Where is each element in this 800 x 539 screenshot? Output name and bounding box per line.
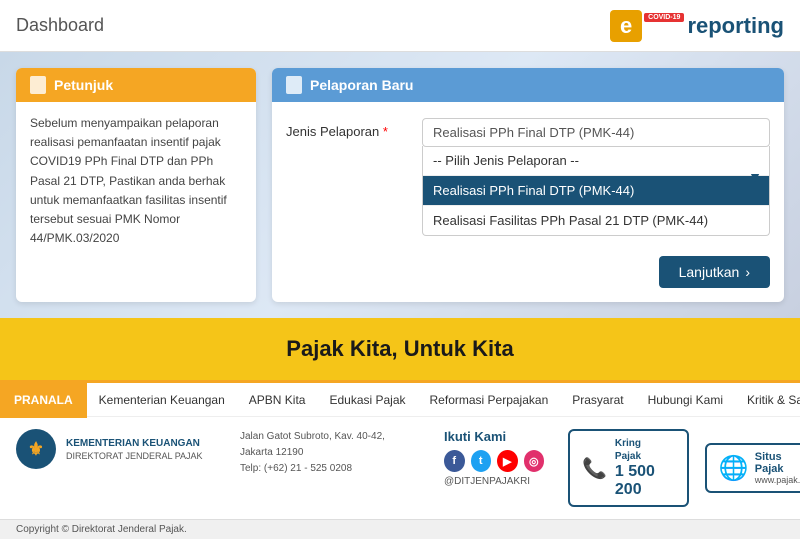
logo-e-icon: e xyxy=(610,10,642,42)
dropdown-option-pph-final[interactable]: Realisasi PPh Final DTP (PMK-44) xyxy=(423,176,769,206)
kring-info: KringPajak 1 500 200 xyxy=(615,437,675,499)
nav-item-edupajak[interactable]: Edukasi Pajak xyxy=(317,382,417,418)
footer: ⚜ KEMENTERIAN KEUANGAN DIREKTORAT JENDER… xyxy=(0,416,800,519)
kring-number: 1 500 200 xyxy=(615,463,675,499)
covid-badge: COVID-19 xyxy=(644,13,684,22)
nav-item-apbn[interactable]: APBN Kita xyxy=(237,382,318,418)
pelaporan-doc-icon xyxy=(286,76,302,94)
footer-logo-area: ⚜ KEMENTERIAN KEUANGAN DIREKTORAT JENDER… xyxy=(16,429,216,469)
nav-item-kemenku[interactable]: Kementerian Keuangan xyxy=(87,382,237,418)
ministry-sub: DIREKTORAT JENDERAL PAJAK xyxy=(66,451,203,461)
ministry-info: KEMENTERIAN KEUANGAN DIREKTORAT JENDERAL… xyxy=(66,437,203,461)
document-icon xyxy=(30,76,46,94)
situs-label: SitusPajak xyxy=(755,451,800,475)
logo-area: e COVID-19 reporting xyxy=(610,10,784,42)
kring-pajak-box: 📞 KringPajak 1 500 200 xyxy=(568,429,689,507)
facebook-icon[interactable]: f xyxy=(444,450,465,472)
arrow-right-icon: › xyxy=(745,264,750,280)
address-line2: Telp: (+62) 21 - 525 0208 xyxy=(240,461,420,477)
dropdown-option-placeholder[interactable]: -- Pilih Jenis Pelaporan -- xyxy=(423,146,769,176)
main-content: Petunjuk Sebelum menyampaikan pelaporan … xyxy=(0,52,800,318)
situs-url: www.pajak.go.id xyxy=(755,475,800,485)
footer-kring-area: 📞 KringPajak 1 500 200 🌐 SitusPajak www.… xyxy=(568,429,800,507)
globe-icon: 🌐 xyxy=(719,454,749,483)
select-wrapper: -- Pilih Jenis Pelaporan -- Realisasi PP… xyxy=(422,118,770,236)
footer-address: Jalan Gatot Subroto, Kav. 40-42, Jakarta… xyxy=(240,429,420,477)
required-star: * xyxy=(383,124,388,139)
jenis-pelaporan-row: Jenis Pelaporan * -- Pilih Jenis Pelapor… xyxy=(286,118,770,236)
pelaporan-card-header: Pelaporan Baru xyxy=(272,68,784,102)
header: Dashboard e COVID-19 reporting xyxy=(0,0,800,52)
petunjuk-body: Sebelum menyampaikan pelaporan realisasi… xyxy=(30,114,242,248)
youtube-icon[interactable]: ▶ xyxy=(497,450,518,472)
social-icons-row: f t ▶ ◎ xyxy=(444,450,544,472)
twitter-icon[interactable]: t xyxy=(471,450,492,472)
kring-label: KringPajak xyxy=(615,437,675,463)
petunjuk-label: Petunjuk xyxy=(54,77,113,93)
social-title: Ikuti Kami xyxy=(444,429,544,444)
ministry-logo-icon: ⚜ xyxy=(16,429,56,469)
dropdown-options: -- Pilih Jenis Pelaporan -- Realisasi PP… xyxy=(422,146,770,236)
social-handle: @DITJENPAJAKRI xyxy=(444,476,544,487)
petunjuk-card-header: Petunjuk xyxy=(16,68,256,102)
situs-pajak-box[interactable]: 🌐 SitusPajak www.pajak.go.id xyxy=(705,443,800,493)
jenis-pelaporan-select[interactable]: -- Pilih Jenis Pelaporan -- Realisasi PP… xyxy=(422,118,770,147)
ministry-name: KEMENTERIAN KEUANGAN xyxy=(66,437,203,451)
jenis-pelaporan-label: Jenis Pelaporan * xyxy=(286,118,406,139)
dropdown-option-pph-pasal[interactable]: Realisasi Fasilitas PPh Pasal 21 DTP (PM… xyxy=(423,206,769,235)
page-title: Dashboard xyxy=(16,15,104,36)
address-line1: Jalan Gatot Subroto, Kav. 40-42, Jakarta… xyxy=(240,429,420,461)
nav-bar: PRANALA Kementerian Keuangan APBN Kita E… xyxy=(0,380,800,416)
lanjutkan-button[interactable]: Lanjutkan › xyxy=(659,256,770,288)
nav-pranala: PRANALA xyxy=(0,382,87,418)
nav-item-prasyarat[interactable]: Prasyarat xyxy=(560,382,635,418)
pelaporan-card: Pelaporan Baru Jenis Pelaporan * -- Pili… xyxy=(272,68,784,302)
instagram-icon[interactable]: ◎ xyxy=(524,450,545,472)
nav-item-reformasi[interactable]: Reformasi Perpajakan xyxy=(418,382,561,418)
yellow-banner: Pajak Kita, Untuk Kita xyxy=(0,318,800,380)
nav-item-kritik[interactable]: Kritik & Saran xyxy=(735,382,800,418)
banner-text: Pajak Kita, Untuk Kita xyxy=(18,336,782,362)
situs-info: SitusPajak www.pajak.go.id xyxy=(755,451,800,485)
pelaporan-header-label: Pelaporan Baru xyxy=(310,77,413,93)
logo-reporting-text: reporting xyxy=(687,13,784,39)
footer-social: Ikuti Kami f t ▶ ◎ @DITJENPAJAKRI xyxy=(444,429,544,487)
footer-copyright: Copyright © Direktorat Jenderal Pajak. xyxy=(0,519,800,539)
phone-icon: 📞 xyxy=(582,456,607,481)
nav-item-hubungi[interactable]: Hubungi Kami xyxy=(636,382,735,418)
petunjuk-card: Petunjuk Sebelum menyampaikan pelaporan … xyxy=(16,68,256,302)
